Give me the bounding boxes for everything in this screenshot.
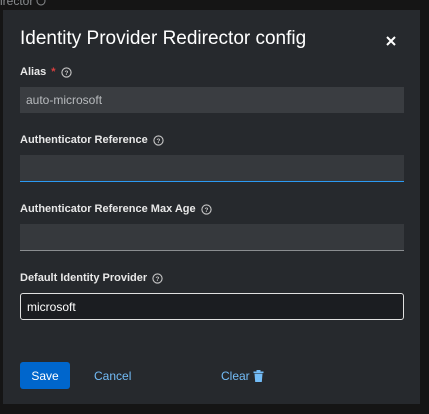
svg-text:?: ?: [204, 206, 208, 213]
authenticator-reference-max-age-field[interactable]: [20, 224, 404, 251]
help-icon[interactable]: ?: [201, 203, 212, 215]
authenticator-reference-label: Authenticator Reference: [20, 134, 148, 146]
authenticator-reference-label-group: Authenticator Reference ?: [20, 134, 164, 146]
clear-button[interactable]: Clear: [221, 362, 264, 389]
authenticator-reference-max-age-label: Authenticator Reference Max Age: [20, 203, 196, 215]
alias-field[interactable]: [20, 87, 404, 113]
cancel-button[interactable]: Cancel: [94, 362, 131, 389]
svg-text:?: ?: [156, 275, 160, 282]
default-identity-provider-label-group: Default Identity Provider ?: [20, 272, 163, 284]
authenticator-reference-max-age-label-group: Authenticator Reference Max Age ?: [20, 203, 212, 215]
close-button[interactable]: [382, 32, 400, 50]
help-icon[interactable]: ?: [152, 272, 163, 284]
alias-label: Alias: [20, 66, 47, 78]
alias-label-group: Alias * ?: [20, 66, 72, 78]
default-identity-provider-label: Default Identity Provider: [20, 272, 148, 284]
clear-label: Clear: [221, 368, 250, 383]
required-indicator: *: [51, 66, 56, 78]
help-icon: [36, 0, 46, 6]
close-icon: [386, 36, 396, 46]
backdrop-partial-heading: irector: [0, 0, 46, 8]
config-modal: Identity Provider Redirector config Alia…: [3, 10, 420, 404]
backdrop-text: irector: [0, 0, 34, 8]
authenticator-reference-field[interactable]: [20, 155, 404, 182]
trash-icon: [253, 369, 264, 382]
modal-title: Identity Provider Redirector config: [20, 28, 307, 49]
help-icon[interactable]: ?: [60, 66, 72, 78]
help-icon[interactable]: ?: [153, 134, 164, 146]
svg-text:?: ?: [64, 69, 68, 76]
svg-text:?: ?: [156, 137, 160, 144]
default-identity-provider-field[interactable]: [20, 293, 404, 320]
save-button[interactable]: Save: [20, 362, 70, 389]
